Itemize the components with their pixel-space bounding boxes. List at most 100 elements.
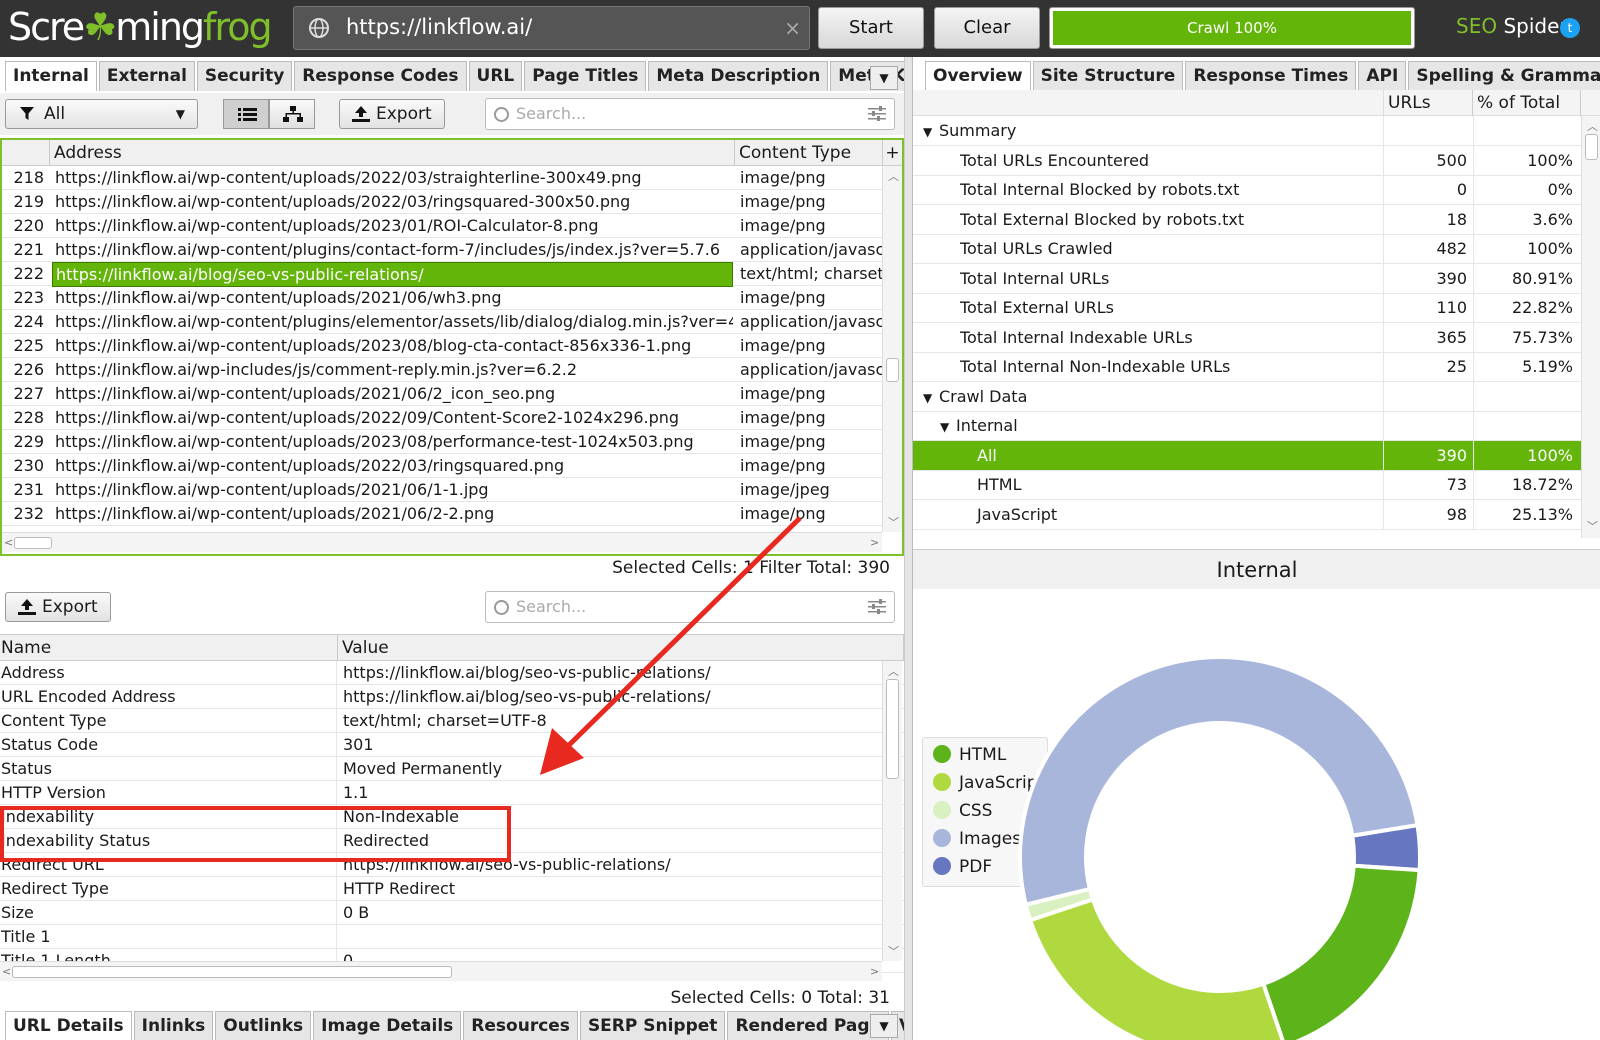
tab-main-3[interactable]: Response Codes — [294, 61, 467, 91]
overview-row[interactable]: All 390 100% — [913, 440, 1581, 471]
tab-detail-2[interactable]: Outlinks — [215, 1011, 312, 1040]
overview-vscroll[interactable]: ︿ ﹀ — [1581, 116, 1600, 538]
detail-row[interactable]: HTTP Version 1.1 — [0, 781, 904, 805]
url-table-vscroll[interactable]: ︿ ﹀ — [882, 166, 902, 532]
scroll-thumb[interactable] — [886, 679, 899, 779]
tab-main-5[interactable]: Page Titles — [524, 61, 647, 91]
scroll-down-icon[interactable]: ﹀ — [888, 514, 899, 530]
address-cell[interactable]: https://linkflow.ai/wp-content/uploads/2… — [52, 454, 733, 477]
tab-main-1[interactable]: External — [98, 61, 195, 91]
add-column-icon[interactable]: + — [883, 140, 902, 166]
scroll-up-icon[interactable]: ︿ — [888, 663, 899, 679]
table-row[interactable]: 221 https://linkflow.ai/wp-content/plugin… — [2, 238, 902, 262]
expand-triangle-icon[interactable]: ▼ — [923, 384, 939, 413]
overview-row[interactable]: Total URLs Encountered 500 100% — [913, 145, 1581, 176]
tab-overview-3[interactable]: API — [1358, 61, 1407, 91]
export-button[interactable]: Export — [339, 99, 445, 129]
scroll-right-icon[interactable]: > — [870, 536, 879, 549]
overview-row[interactable]: ▼ Internal — [913, 411, 1581, 441]
table-row[interactable]: 225 https://linkflow.ai/wp-content/upload… — [2, 334, 902, 358]
overview-row[interactable]: ▼ Crawl Data — [913, 381, 1581, 413]
address-cell[interactable]: https://linkflow.ai/wp-includes/js/comme… — [52, 358, 733, 381]
clear-button[interactable]: Clear — [934, 7, 1040, 49]
hscroll-thumb[interactable] — [12, 966, 452, 978]
pct-column-header[interactable]: % of Total — [1473, 90, 1581, 116]
table-row[interactable]: 230 https://linkflow.ai/wp-content/upload… — [2, 454, 902, 478]
overview-row[interactable]: Total Internal URLs 390 80.91% — [913, 263, 1581, 294]
tab-detail-3[interactable]: Image Details — [313, 1011, 462, 1040]
more-tabs-icon[interactable]: ▼ — [870, 1014, 898, 1038]
tab-detail-0[interactable]: URL Details — [5, 1011, 132, 1040]
detail-export-button[interactable]: Export — [5, 592, 111, 622]
table-row[interactable]: 226 https://linkflow.ai/wp-includes/js/co… — [2, 358, 902, 382]
detail-row[interactable]: Address https://linkflow.ai/blog/seo-vs-p… — [0, 661, 904, 685]
detail-row[interactable]: Redirect URL https://linkflow.ai/seo-vs-p… — [0, 853, 904, 877]
hscroll-thumb[interactable] — [14, 537, 52, 549]
scroll-down-icon[interactable]: ﹀ — [888, 943, 899, 959]
more-tabs-icon[interactable]: ▼ — [870, 66, 898, 90]
detail-row[interactable]: Content Type text/html; charset=UTF-8 — [0, 709, 904, 733]
detail-row[interactable]: Status Moved Permanently — [0, 757, 904, 781]
detail-hscroll[interactable]: < > — [0, 961, 882, 981]
detail-row[interactable]: Status Code 301 — [0, 733, 904, 757]
donut-slice-html[interactable] — [1260, 863, 1422, 1040]
scroll-left-icon[interactable]: < — [4, 536, 13, 549]
table-row[interactable]: 223 https://linkflow.ai/wp-content/upload… — [2, 286, 902, 310]
overview-row[interactable]: Total External Blocked by robots.txt 18 3.… — [913, 204, 1581, 235]
address-cell[interactable]: https://linkflow.ai/wp-content/uploads/2… — [52, 406, 733, 429]
address-cell[interactable]: https://linkflow.ai/wp-content/uploads/2… — [52, 166, 733, 189]
table-row[interactable]: 220 https://linkflow.ai/wp-content/upload… — [2, 214, 902, 238]
url-table-hscroll[interactable]: < > — [2, 532, 882, 552]
search-input[interactable]: Search... — [485, 98, 895, 130]
overview-row[interactable]: HTML 73 18.72% — [913, 470, 1581, 500]
address-cell[interactable]: https://linkflow.ai/wp-content/uploads/2… — [52, 478, 733, 501]
tab-main-2[interactable]: Security — [196, 61, 293, 91]
table-row[interactable]: 219 https://linkflow.ai/wp-content/upload… — [2, 190, 902, 214]
tab-main-4[interactable]: URL — [468, 61, 523, 91]
expand-triangle-icon[interactable]: ▼ — [923, 118, 939, 147]
tab-detail-5[interactable]: SERP Snippet — [579, 1011, 726, 1040]
scroll-left-icon[interactable]: < — [2, 965, 11, 978]
detail-row[interactable]: URL Encoded Address https://linkflow.ai/b… — [0, 685, 904, 709]
urls-column-header[interactable]: URLs — [1383, 90, 1473, 116]
tab-detail-4[interactable]: Resources — [463, 1011, 578, 1040]
scroll-down-icon[interactable]: ﹀ — [1587, 518, 1598, 534]
name-column-header[interactable]: Name — [0, 635, 338, 661]
detail-row[interactable]: Redirect Type HTTP Redirect — [0, 877, 904, 901]
detail-row[interactable]: Size 0 B — [0, 901, 904, 925]
filter-dropdown[interactable]: All ▼ — [5, 99, 198, 129]
detail-search-input[interactable]: Search... — [485, 591, 895, 623]
table-row[interactable]: 229 https://linkflow.ai/wp-content/upload… — [2, 430, 902, 454]
overview-row[interactable]: Total External URLs 110 22.82% — [913, 293, 1581, 323]
overview-row[interactable]: ▼ Summary — [913, 116, 1581, 146]
address-cell[interactable]: https://linkflow.ai/wp-content/plugins/c… — [52, 238, 733, 261]
overview-row[interactable]: Total Internal Non-Indexable URLs 25 5.19% — [913, 352, 1581, 382]
search-options-icon[interactable] — [868, 599, 886, 615]
table-row[interactable]: 231 https://linkflow.ai/wp-content/upload… — [2, 478, 902, 502]
address-cell[interactable]: https://linkflow.ai/wp-content/plugins/e… — [52, 310, 733, 333]
url-input[interactable]: https://linkflow.ai/ × — [293, 6, 810, 50]
tab-overview-0[interactable]: Overview — [925, 61, 1031, 91]
address-cell[interactable]: https://linkflow.ai/wp-content/uploads/2… — [52, 502, 733, 525]
tab-overview-4[interactable]: Spelling & Grammar — [1408, 61, 1600, 91]
search-options-icon[interactable] — [868, 106, 886, 122]
detail-row[interactable]: Indexability Status Redirected — [0, 829, 904, 853]
table-row[interactable]: 222 https://linkflow.ai/blog/seo-vs-publi… — [2, 262, 902, 287]
address-cell[interactable]: https://linkflow.ai/wp-content/uploads/2… — [52, 286, 733, 309]
overview-row[interactable]: Total Internal Indexable URLs 365 75.73% — [913, 322, 1581, 353]
scroll-up-icon[interactable]: ︿ — [1587, 118, 1598, 134]
detail-row[interactable]: Title 1 — [0, 925, 904, 949]
address-cell[interactable]: https://linkflow.ai/wp-content/uploads/2… — [52, 382, 733, 405]
address-cell[interactable]: https://linkflow.ai/wp-content/uploads/2… — [52, 430, 733, 453]
tab-main-0[interactable]: Internal — [5, 61, 97, 91]
overview-row[interactable]: Total Internal Blocked by robots.txt 0 0% — [913, 175, 1581, 205]
detail-row[interactable]: Indexability Non-Indexable — [0, 805, 904, 829]
overview-row[interactable]: JavaScript 98 25.13% — [913, 499, 1581, 530]
tree-view-button[interactable] — [269, 99, 315, 129]
expand-triangle-icon[interactable]: ▼ — [940, 413, 956, 442]
list-view-button[interactable] — [223, 99, 269, 129]
value-column-header[interactable]: Value — [338, 635, 904, 661]
panel-splitter[interactable] — [904, 57, 912, 1040]
table-row[interactable]: 232 https://linkflow.ai/wp-content/upload… — [2, 502, 902, 526]
detail-vscroll[interactable]: ︿ ﹀ — [882, 661, 902, 961]
